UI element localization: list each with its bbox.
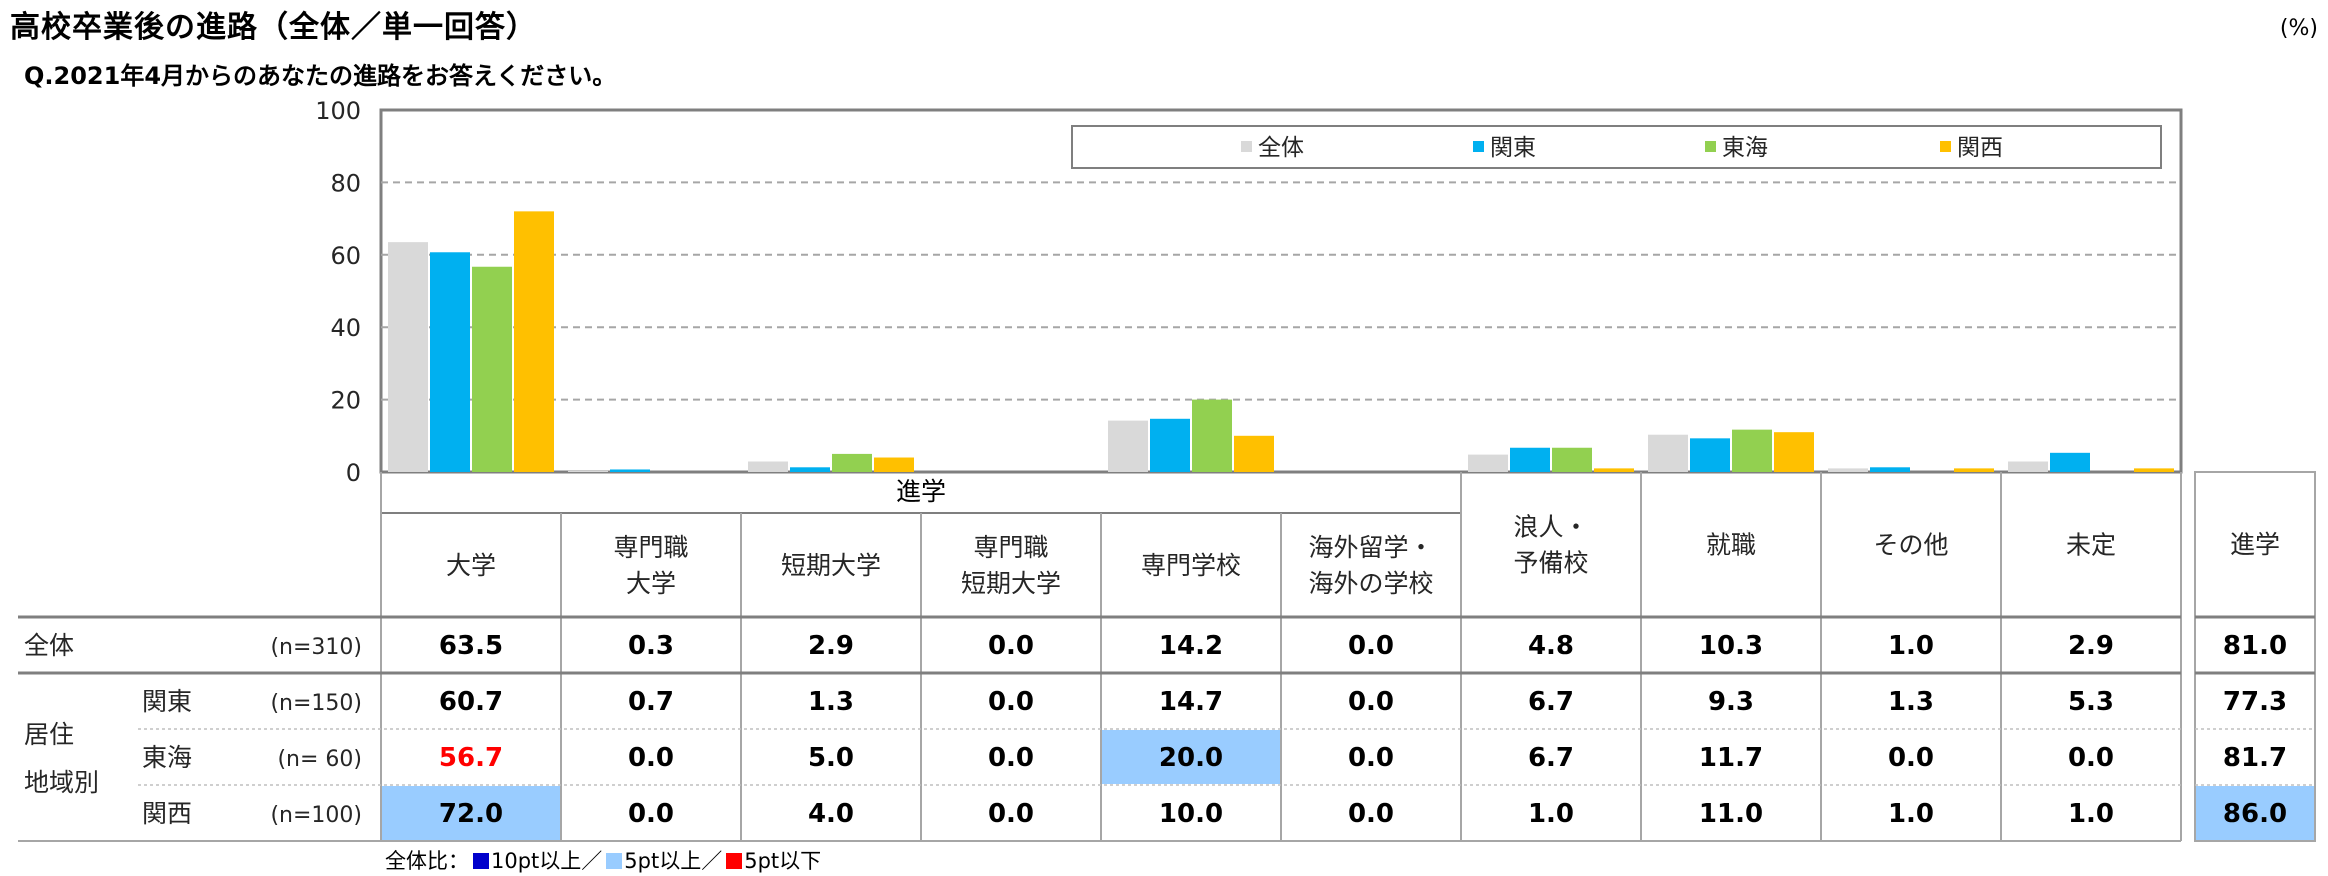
row-label: 関西 [142,799,192,828]
table-cell-value: 0.0 [628,743,674,773]
table-cell-value: 72.0 [439,799,503,829]
legend-note: 全体比： 10pt以上／ 5pt以上／ 5pt以下 [385,845,821,875]
note-item-10pt: 10pt以上／ [491,849,603,873]
swatch-10pt-up-icon [473,853,489,869]
table-cell-value: 5.0 [808,743,854,773]
column-header: 就職 [1706,531,1756,560]
table-cell-value: 1.0 [1888,631,1934,661]
table-cell-value: 11.0 [1699,799,1763,829]
row-label: 関東 [142,687,192,716]
column-header: 短期大学 [781,551,881,580]
table-cell-value: 4.8 [1528,631,1574,661]
table-cell-value: 0.0 [1348,631,1394,661]
data-table: 進学大学専門職大学短期大学専門職短期大学専門学校海外留学・海外の学校浪人・予備校… [18,471,2316,842]
column-header: 予備校 [1513,549,1588,578]
table-cell-value: 6.7 [1528,687,1574,717]
row-label: 東海 [142,743,192,772]
table-cell-value: 0.0 [988,631,1034,661]
extra-cell-value: 81.0 [2223,631,2287,661]
table-cell-value: 1.0 [1528,799,1574,829]
column-header: 専門職 [973,533,1048,562]
table-cell-value: 2.9 [808,631,854,661]
table-cell-value: 0.0 [1348,799,1394,829]
column-header: 専門学校 [1141,551,1241,580]
note-item-5pt-up: 5pt以上／ [624,849,723,873]
table-cell-value: 11.7 [1699,743,1763,773]
table-cell-value: 4.0 [808,799,854,829]
row-label: 全体 [24,631,74,660]
column-header: 浪人・ [1513,513,1588,542]
extra-cell-value: 81.7 [2223,743,2287,773]
extra-column-header: 進学 [2230,530,2280,559]
table-cell-value: 5.3 [2068,687,2114,717]
column-header: 海外留学・ [1308,533,1433,562]
table-cell-value: 0.7 [628,687,674,717]
row-n: (n=150) [270,691,362,716]
column-header: 専門職 [613,533,688,562]
table-cell-value: 1.0 [2068,799,2114,829]
table-cell-value: 1.3 [1888,687,1934,717]
table-cell-value: 14.2 [1159,631,1223,661]
note-prefix: 全体比： [385,849,469,873]
table-cell-value: 6.7 [1528,743,1574,773]
row-n: (n= 60) [277,747,362,772]
column-header: 海外の学校 [1308,569,1433,598]
table-cell-value: 63.5 [439,631,503,661]
table-cell-value: 0.0 [1348,743,1394,773]
note-item-5pt-down: 5pt以下 [744,849,822,873]
table-cell-value: 0.3 [628,631,674,661]
swatch-5pt-down-icon [726,853,743,869]
extra-cell-value: 86.0 [2223,799,2287,829]
table-cell-value: 2.9 [2068,631,2114,661]
column-header: 大学 [626,569,676,598]
region-label: 居住 [24,720,74,749]
row-n: (n=100) [270,803,362,828]
table-cell-value: 0.0 [988,743,1034,773]
table-cell-value: 0.0 [988,687,1034,717]
group-header-label: 進学 [896,477,946,506]
table-cell-value: 0.0 [1348,687,1394,717]
table-cell-value: 1.3 [808,687,854,717]
table-cell-value: 0.0 [988,799,1034,829]
column-header: 大学 [446,551,496,580]
region-label: 地域別 [24,768,99,797]
table-cell-value: 9.3 [1708,687,1754,717]
table-cell-value: 20.0 [1159,743,1223,773]
table-cell-value: 14.7 [1159,687,1223,717]
table-cell-value: 10.0 [1159,799,1223,829]
table-cell-value: 56.7 [439,743,503,773]
table-cell-value: 0.0 [1888,743,1934,773]
column-header: 未定 [2066,531,2116,560]
extra-cell-value: 77.3 [2223,687,2287,717]
table-cell-value: 1.0 [1888,799,1934,829]
column-header: その他 [1873,531,1948,560]
table-cell-value: 0.0 [628,799,674,829]
row-n: (n=310) [270,635,362,660]
table-cell-value: 60.7 [439,687,503,717]
swatch-5pt-up-icon [606,853,623,869]
table-cell-value: 0.0 [2068,743,2114,773]
table-cell-value: 10.3 [1699,631,1763,661]
column-header: 短期大学 [961,569,1061,598]
